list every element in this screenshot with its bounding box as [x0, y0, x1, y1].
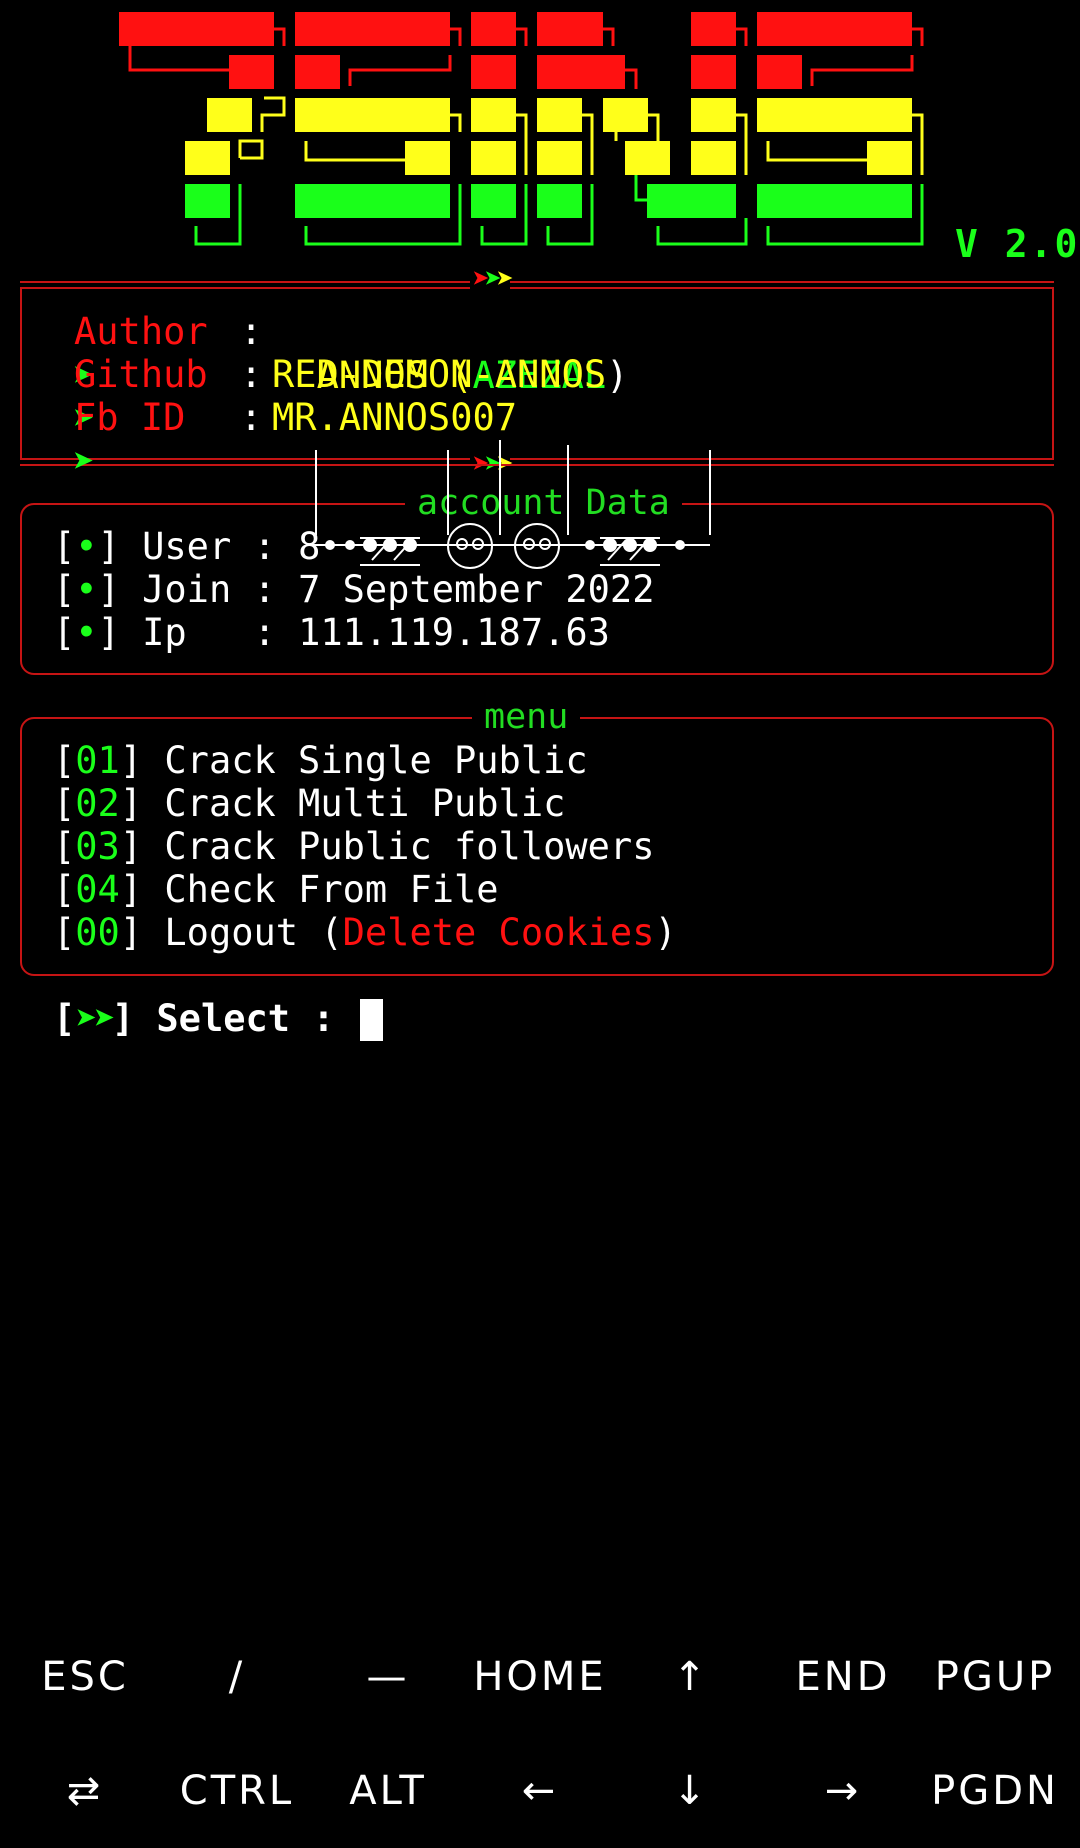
menu-item-02[interactable]: [02] Crack Multi Public [53, 782, 565, 826]
key-right-arrow[interactable]: → [766, 1766, 920, 1816]
arrow-green-icon: ➤ [484, 262, 502, 297]
prompt-label: Select : [156, 997, 335, 1040]
account-join-label: Join [142, 568, 232, 611]
terminal-cursor[interactable] [360, 999, 383, 1041]
bullet-dot-icon: • [75, 568, 98, 611]
account-ip-value: 111.119.187.63 [298, 611, 610, 654]
bullet-arrow-icon: ➤ [72, 440, 95, 483]
menu-item-number: 00 [75, 911, 120, 954]
ascii-flower-decoration [310, 440, 711, 569]
key-slash[interactable]: / [160, 1652, 314, 1702]
author-colon: : [240, 310, 263, 353]
arrow-red-icon: ➤ [472, 262, 490, 297]
menu-title: menu [472, 697, 581, 737]
menu-item-label: Crack Single Public [164, 739, 588, 782]
menu-item-label: Logout ( [164, 911, 343, 954]
select-prompt[interactable]: [➤➤] Select : [53, 997, 335, 1041]
key-ctrl[interactable]: CTRL [160, 1766, 314, 1816]
key-home[interactable]: HOME [463, 1652, 617, 1702]
account-user-row: [•] User : 8 [53, 525, 321, 568]
menu-item-number: 04 [75, 868, 120, 911]
menu-item-label: Check From File [164, 868, 499, 911]
version-label: V 2.0 [955, 222, 1080, 266]
menu-item-number: 03 [75, 825, 120, 868]
prompt-arrows-icon: ➤➤ [75, 997, 116, 1040]
account-user-label: User [142, 525, 232, 568]
menu-item-04[interactable]: [04] Check From File [53, 868, 499, 912]
fbid-colon: : [240, 396, 263, 439]
key-dash[interactable]: — [311, 1652, 465, 1702]
key-left-arrow[interactable]: ← [463, 1766, 617, 1816]
github-colon: : [240, 353, 263, 396]
menu-item-label-end: ) [654, 911, 677, 954]
github-label: Github [74, 353, 208, 396]
menu-item-03[interactable]: [03] Crack Public followers [53, 825, 654, 869]
fbid-label: Fb ID [74, 396, 186, 439]
key-pgup[interactable]: PGUP [918, 1652, 1072, 1702]
key-pgdn[interactable]: PGDN [918, 1766, 1072, 1816]
key-tab-swap-icon[interactable]: ⇄ [8, 1766, 162, 1816]
bullet-dot-icon: • [75, 525, 98, 568]
menu-item-number: 02 [75, 782, 120, 825]
menu-item-01[interactable]: [01] Crack Single Public [53, 739, 588, 783]
account-ip-label: Ip [142, 611, 232, 654]
key-alt[interactable]: ALT [311, 1766, 465, 1816]
bullet-dot-icon: • [75, 611, 98, 654]
account-ip-row: [•] Ip : 111.119.187.63 [53, 611, 610, 654]
author-label: Author [74, 310, 208, 353]
tsms-ascii-logo [119, 12, 924, 246]
delete-cookies-label: Delete Cookies [342, 911, 655, 954]
menu-item-label: Crack Public followers [164, 825, 655, 868]
key-esc[interactable]: ESC [8, 1652, 162, 1702]
menu-item-00-logout[interactable]: [00] Logout (Delete Cookies) [53, 911, 677, 955]
github-value: RED-DEMON-ANNOS [272, 353, 607, 396]
fbid-value: MR.ANNOS007 [272, 396, 518, 439]
menu-item-number: 01 [75, 739, 120, 782]
key-end[interactable]: END [766, 1652, 920, 1702]
key-up-arrow[interactable]: ↑ [614, 1652, 768, 1702]
arrow-yellow-icon: ➤ [496, 262, 514, 297]
key-down-arrow[interactable]: ↓ [614, 1766, 768, 1816]
separator-arrows-top: ➤➤➤ [470, 262, 514, 297]
menu-item-label: Crack Multi Public [164, 782, 566, 825]
